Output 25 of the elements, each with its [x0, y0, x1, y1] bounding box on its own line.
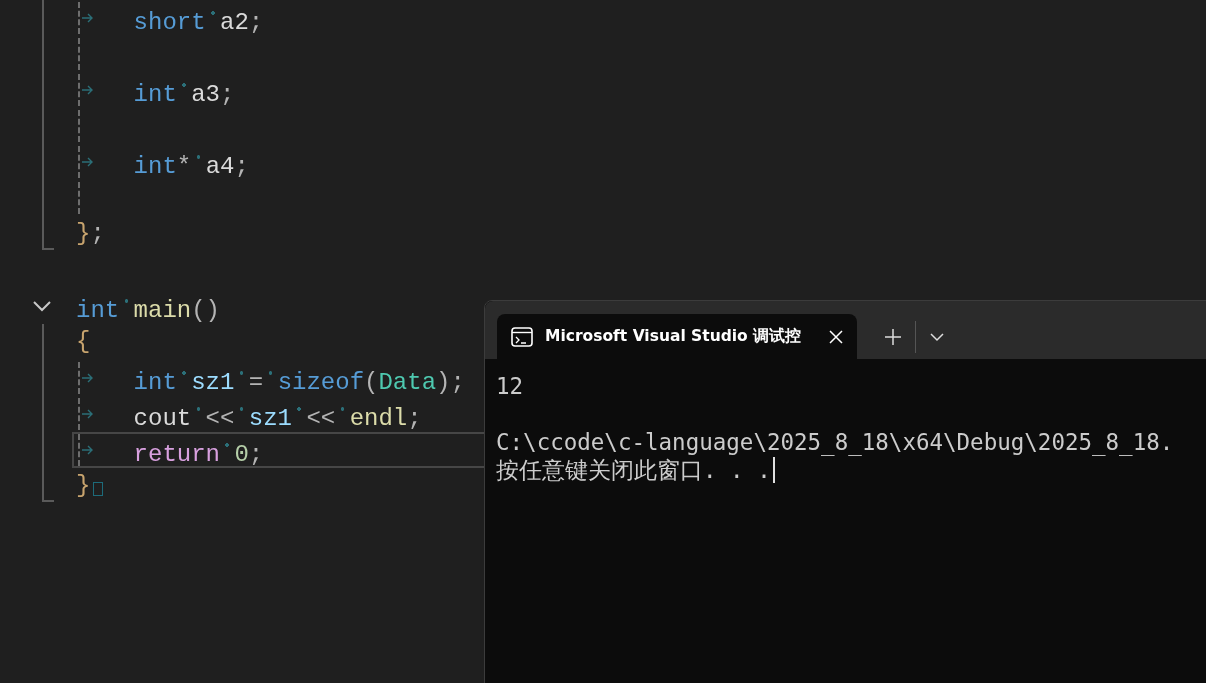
fold-chevron-icon[interactable] [32, 299, 52, 313]
new-tab-icon[interactable] [885, 328, 901, 345]
code-line: } [76, 471, 91, 501]
code-line: { [76, 327, 91, 357]
console-output-line: 12 [496, 372, 524, 400]
code-line: int a3; [133, 69, 235, 111]
end-marker-icon [93, 482, 104, 496]
tab-arrow-icon [82, 409, 94, 419]
tab-title: Microsoft Visual Studio 调试控 [545, 326, 802, 347]
console-output-line: C:\ccode\c-language\2025_8_18\x64\Debug\2025_8_18. [496, 428, 1174, 456]
dropdown-chevron-icon[interactable] [930, 331, 944, 342]
console-icon [511, 326, 533, 347]
tab-arrow-icon [82, 13, 94, 23]
close-icon[interactable] [829, 329, 843, 344]
tab-arrow-icon [82, 445, 94, 455]
tab-arrow-icon [82, 373, 94, 383]
code-line: int main() [76, 285, 221, 327]
code-line: int* a4; [133, 141, 249, 183]
console-output-line: 按任意键关闭此窗口. . . [496, 456, 771, 484]
terminal-tab[interactable]: Microsoft Visual Studio 调试控 [497, 314, 857, 359]
code-line: short a2; [133, 0, 264, 39]
tab-arrow-icon [82, 85, 94, 95]
tab-arrow-icon [82, 157, 94, 167]
text-cursor [772, 457, 775, 483]
code-line: }; [76, 219, 105, 249]
